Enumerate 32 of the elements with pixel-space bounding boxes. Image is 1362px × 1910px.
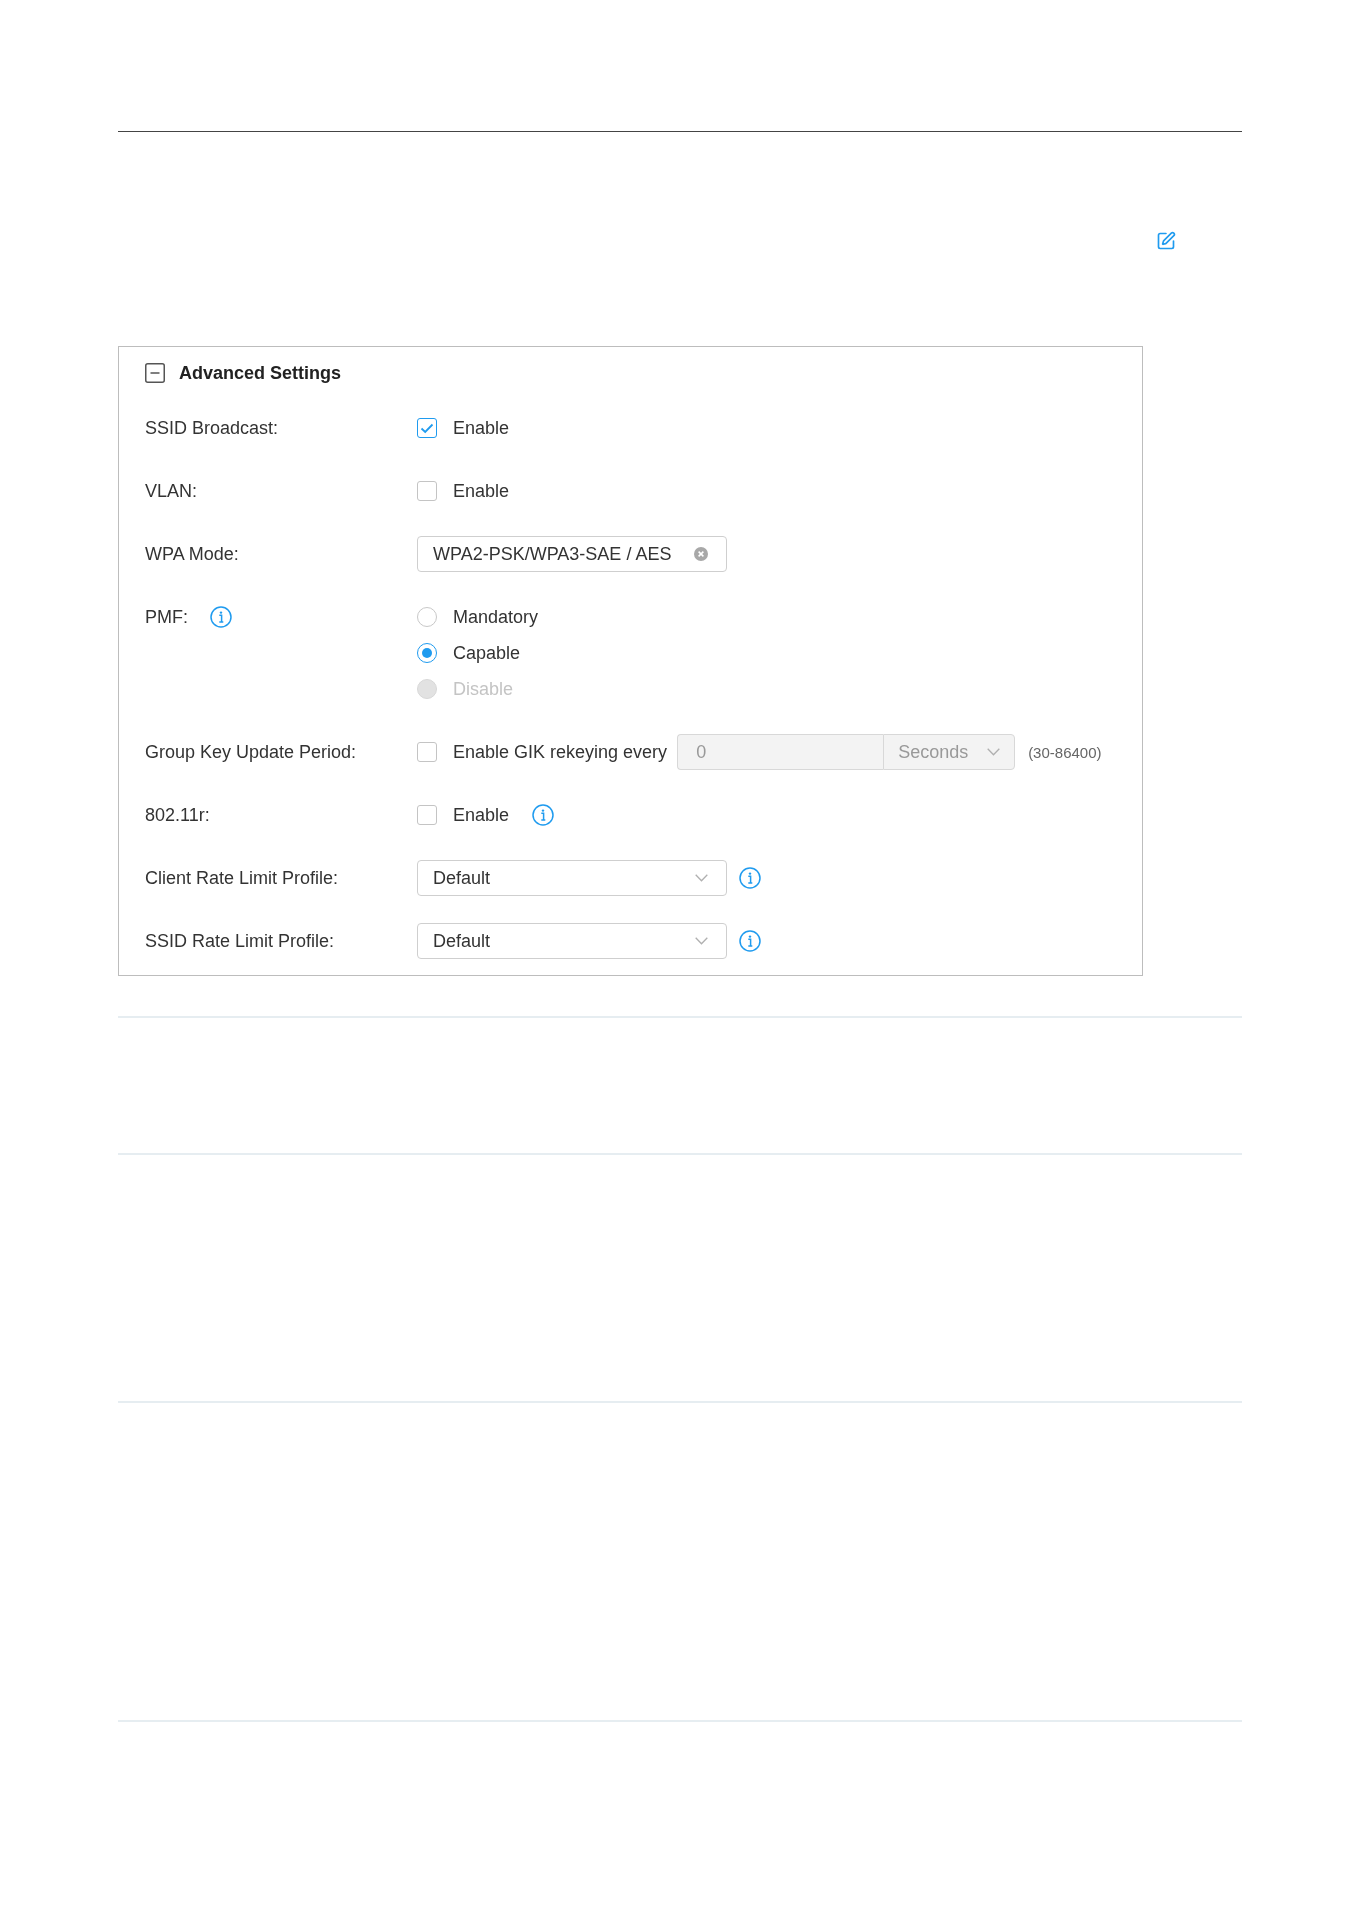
field-label: WPA Mode: xyxy=(145,543,239,565)
field-label: 802.11r: xyxy=(145,804,210,826)
info-icon[interactable] xyxy=(739,867,761,889)
edit-icon[interactable] xyxy=(1156,231,1176,251)
checkbox[interactable] xyxy=(417,481,437,501)
checkbox[interactable] xyxy=(417,418,437,438)
radio-button[interactable] xyxy=(417,607,437,627)
info-icon[interactable] xyxy=(532,804,555,826)
checkbox-label[interactable]: Enable xyxy=(453,804,510,826)
field-label: Group Key Update Period: xyxy=(145,741,357,763)
radio-label[interactable]: Mandatory xyxy=(453,606,539,628)
clear-icon[interactable] xyxy=(694,547,708,561)
field-label: SSID Rate Limit Profile: xyxy=(145,930,335,952)
chevron-down-icon xyxy=(987,748,1001,756)
field-label: VLAN: xyxy=(145,480,198,502)
range-hint: (30-86400) xyxy=(1028,743,1102,761)
radio-label[interactable]: Capable xyxy=(453,642,521,664)
checkbox[interactable] xyxy=(417,805,437,825)
check-icon xyxy=(420,422,434,434)
minus-box-icon[interactable] xyxy=(145,363,165,383)
select-field[interactable]: Default xyxy=(417,923,727,959)
field-label: SSID Broadcast: xyxy=(145,417,279,439)
checkbox-label[interactable]: Enable xyxy=(453,480,510,502)
section-title: Advanced Settings xyxy=(179,362,342,384)
select-field[interactable]: WPA2-PSK/WPA3-SAE / AES xyxy=(417,536,727,572)
radio-button[interactable] xyxy=(417,643,437,663)
info-icon[interactable] xyxy=(210,606,232,628)
info-icon[interactable] xyxy=(739,930,761,952)
field-label: Client Rate Limit Profile: xyxy=(145,867,339,889)
select-field[interactable]: Default xyxy=(417,860,727,896)
field-label: PMF: xyxy=(145,606,188,628)
checkbox-label[interactable]: Enable xyxy=(453,417,510,439)
